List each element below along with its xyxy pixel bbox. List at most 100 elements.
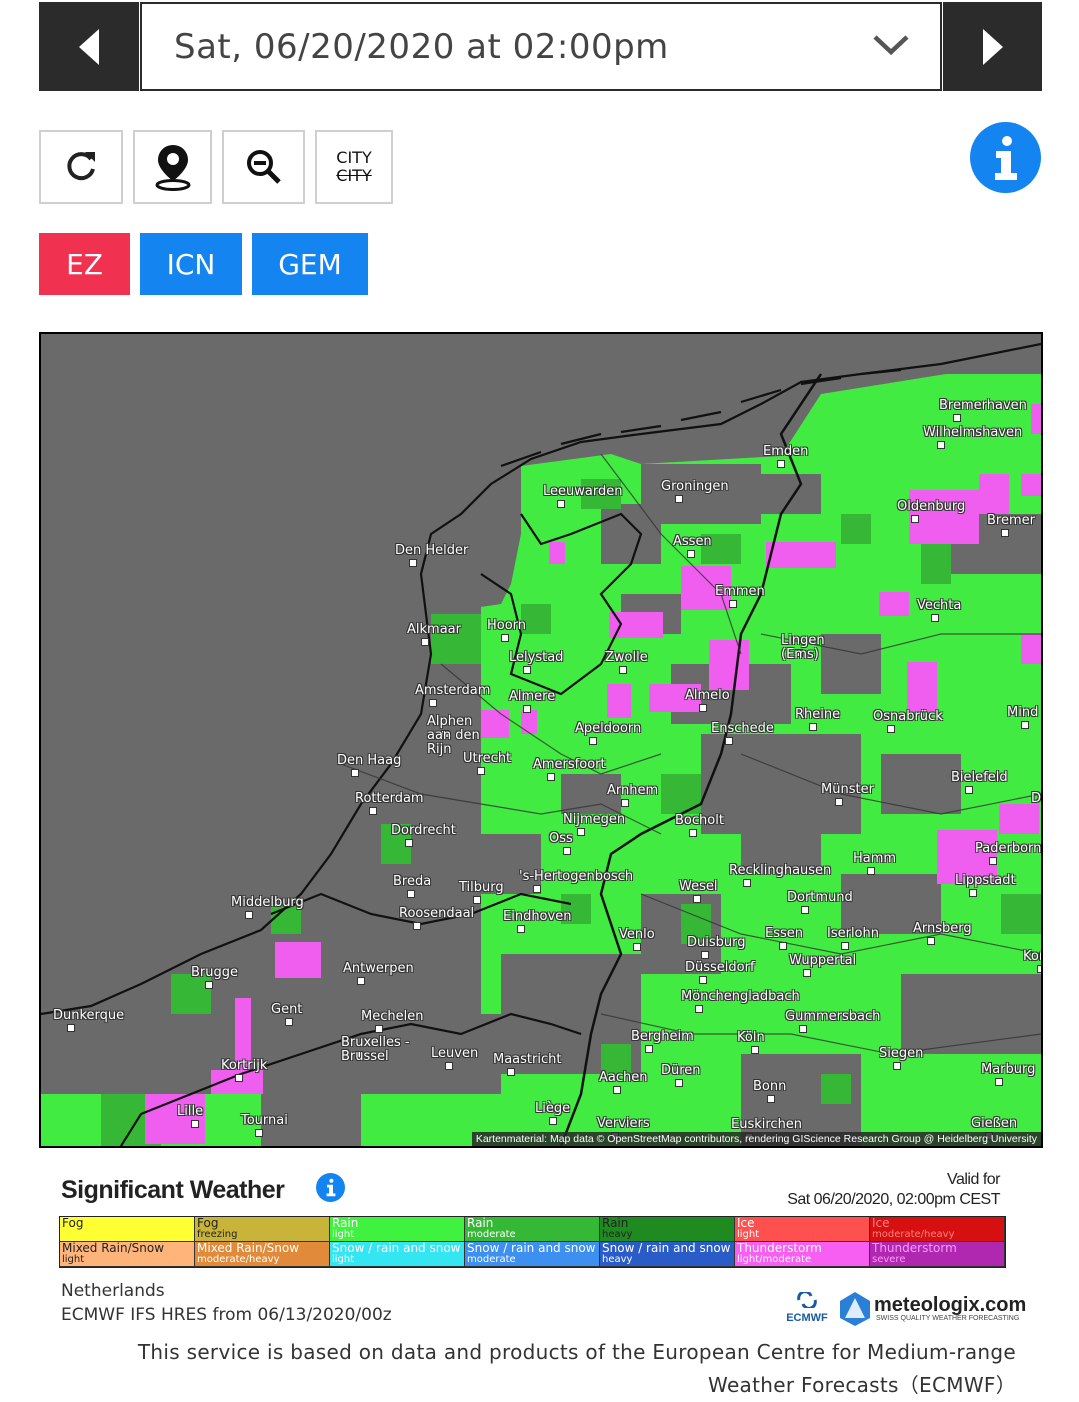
city-label: Aachen: [599, 1070, 648, 1085]
city-label: Oldenburg: [897, 499, 966, 514]
model-button-icn[interactable]: ICN: [140, 233, 242, 295]
city-label: Gent: [271, 1002, 303, 1017]
city-marker-icon: [867, 867, 875, 875]
city-label: Middelburg: [231, 895, 304, 910]
triangle-right-icon: [982, 28, 1003, 65]
region-name: Netherlands: [61, 1281, 165, 1301]
legend-swatch: Fog freezing: [195, 1217, 330, 1242]
city-marker-icon: [557, 500, 565, 508]
date-time-select[interactable]: Sat, 06/20/2020 at 02:00pm: [140, 2, 942, 91]
city-label: Brugge: [191, 965, 239, 980]
city-label: Hoorn: [487, 618, 527, 633]
city-label: Eindhoven: [503, 909, 572, 924]
city-marker-icon: [729, 600, 737, 608]
city-label: Düren: [661, 1063, 701, 1078]
precipitation-layer: [41, 334, 1041, 1146]
city-label: Tilburg: [459, 880, 504, 895]
zoom-out-button[interactable]: [222, 130, 305, 204]
city-marker-icon: [191, 1120, 199, 1128]
city-label: Wesel: [679, 879, 718, 894]
legend-swatch-label: Fog: [197, 1217, 219, 1230]
city-marker-icon: [577, 828, 585, 836]
city-label: Kortrijk: [221, 1058, 268, 1073]
city-label: Nijmegen: [563, 812, 626, 827]
city-label: Rheine: [795, 707, 841, 722]
city-label: Köln: [737, 1030, 765, 1045]
info-button[interactable]: [970, 122, 1041, 193]
city-marker-icon: [633, 943, 641, 951]
city-label: Paderborn: [975, 841, 1042, 856]
city-marker-icon: [589, 737, 597, 745]
footer-info: Netherlands ECMWF IFS HRES from 06/13/20…: [61, 1279, 392, 1327]
city-label: Arnsberg: [913, 921, 972, 936]
city-marker-icon: [799, 1025, 807, 1033]
city-label: Maastricht: [493, 1052, 562, 1067]
legend-swatch-label: Rain: [467, 1217, 494, 1230]
location-button[interactable]: [133, 130, 212, 204]
city-label: Siegen: [879, 1046, 924, 1061]
legend-swatch-label: Snow / rain and snow: [467, 1242, 596, 1255]
valid-for: Valid for Sat 06/20/2020, 02:00pm CEST: [700, 1170, 1000, 1210]
city-marker-icon: [235, 1074, 243, 1082]
city-label: Gießen: [971, 1116, 1018, 1131]
refresh-button[interactable]: [39, 130, 123, 204]
city-label: Verviers: [597, 1116, 650, 1131]
city-marker-icon: [675, 1079, 683, 1087]
weather-map[interactable]: Bremerhaven Wilhelmshaven Emden Leeuward…: [39, 332, 1043, 1148]
legend-swatch: Rain moderate: [465, 1217, 600, 1242]
city-label: Zwolle: [605, 650, 648, 665]
next-time-button[interactable]: [943, 2, 1042, 91]
city-label: Oss: [549, 831, 573, 846]
legend-swatch-sublabel: light: [737, 1229, 760, 1240]
city-marker-icon: [989, 857, 997, 865]
valid-for-time: Sat 06/20/2020, 02:00pm CEST: [787, 1191, 1000, 1208]
city-marker-icon: [407, 890, 415, 898]
city-label: Bremerhaven: [939, 398, 1027, 413]
city-marker-icon: [689, 829, 697, 837]
city-marker-icon: [887, 725, 895, 733]
city-marker-icon: [477, 767, 485, 775]
triangle-left-icon: [79, 28, 99, 65]
city-marker-icon: [995, 1078, 1003, 1086]
map-pin-icon: [155, 145, 190, 191]
legend-grid: Fog Fog freezing Rain light Rain moderate Rain h…: [59, 1216, 1006, 1268]
legend-swatch-label: Thunderstorm: [737, 1242, 822, 1255]
city-label: Recklinghausen: [729, 863, 832, 878]
city-marker-icon: [523, 705, 531, 713]
disclaimer-line-2: Weather Forecasts（ECMWF）: [708, 1373, 1016, 1397]
city-label: Bremer: [987, 513, 1035, 528]
city-label: Emden: [763, 444, 809, 459]
city-label: Almelo: [685, 688, 730, 703]
city-label: Mechelen: [361, 1009, 424, 1024]
disclaimer: This service is based on data and produc…: [60, 1336, 1016, 1402]
city-marker-icon: [911, 515, 919, 523]
city-labels-toggle[interactable]: CITY CITY: [315, 130, 393, 204]
city-marker-icon: [675, 495, 683, 503]
city-marker-icon: [779, 942, 787, 950]
city-label: Emmen: [715, 584, 765, 599]
ecmwf-logo: ECMWF: [782, 1290, 832, 1330]
meteologix-logo-text: meteologix.com: [874, 1294, 1027, 1316]
city-marker-icon: [517, 925, 525, 933]
legend-swatch: Ice light: [735, 1217, 870, 1242]
city-marker-icon: [429, 699, 437, 707]
city-label: Groningen: [661, 479, 729, 494]
city-marker-icon: [549, 1117, 557, 1125]
legend-swatch-sublabel: heavy: [602, 1229, 633, 1240]
legend-swatch-sublabel: light: [332, 1254, 355, 1265]
legend-swatch-label: Mixed Rain/Snow: [197, 1242, 300, 1255]
legend-swatch: Rain heavy: [600, 1217, 735, 1242]
city-marker-icon: [1021, 721, 1029, 729]
legend-title: Significant Weather: [61, 1176, 285, 1204]
city-label: Dunkerque: [53, 1008, 125, 1023]
legend-info-button[interactable]: [316, 1173, 345, 1202]
city-label: Liège: [535, 1101, 571, 1116]
legend-swatch: Mixed Rain/Snow light: [60, 1242, 195, 1267]
city-marker-icon: [699, 704, 707, 712]
date-time-label: Sat, 06/20/2020 at 02:00pm: [174, 26, 669, 67]
model-button-gem[interactable]: GEM: [252, 233, 368, 295]
city-label: Mind: [1007, 705, 1039, 720]
model-button-ez[interactable]: EZ: [39, 233, 130, 295]
previous-time-button[interactable]: [39, 2, 139, 91]
legend-swatch-sublabel: light: [332, 1229, 355, 1240]
